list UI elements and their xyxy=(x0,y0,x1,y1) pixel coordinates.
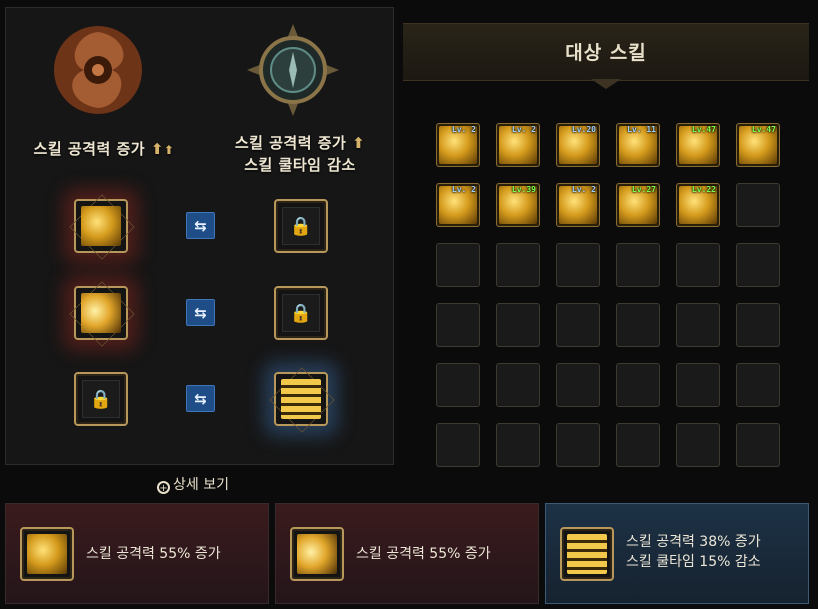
target-skill-slot[interactable]: Lv.47 xyxy=(736,123,780,167)
empty-skill-slot xyxy=(436,243,480,287)
vortex-skill-icon xyxy=(81,206,121,246)
bottom-skill-slot-1 xyxy=(20,527,74,581)
target-skill-slot[interactable]: Lv.22 xyxy=(676,183,720,227)
tripod-slot-left-2[interactable] xyxy=(74,286,128,340)
empty-skill-slot xyxy=(616,243,660,287)
empty-skill-slot xyxy=(736,183,780,227)
empty-skill-slot xyxy=(496,303,540,347)
effect-text-3-line2: 스킬 쿨타임 15% 감소 xyxy=(626,554,761,570)
empty-skill-slot xyxy=(496,363,540,407)
empty-skill-slot xyxy=(676,303,720,347)
wind-skill-icon xyxy=(567,534,607,574)
skill-level-label: Lv. 2 xyxy=(571,185,596,194)
empty-skill-slot xyxy=(496,243,540,287)
header-pointer-icon xyxy=(591,79,621,89)
target-skill-slot[interactable]: Lv. 2 xyxy=(436,183,480,227)
swirl-emblem-icon xyxy=(54,26,142,114)
target-skill-slot[interactable]: Lv. 2 xyxy=(496,123,540,167)
lock-icon: 🔒 xyxy=(282,294,320,332)
arrow-up-icon: ⬆ xyxy=(163,143,175,157)
target-skill-slot[interactable]: Lv.20 xyxy=(556,123,600,167)
category-a-label: 스킬 공격력 증가 xyxy=(33,140,146,158)
target-skill-slot[interactable]: Lv.47 xyxy=(676,123,720,167)
category-b-label-2: 스킬 쿨타임 감소 xyxy=(244,156,356,174)
skill-level-label: Lv.47 xyxy=(691,125,716,134)
category-b-label-1: 스킬 공격력 증가 xyxy=(234,134,347,152)
empty-skill-slot xyxy=(436,423,480,467)
empty-skill-slot xyxy=(676,243,720,287)
arrow-up-icon: ⬆ xyxy=(150,140,164,158)
tripod-slot-right-1[interactable]: 🔒 xyxy=(274,199,328,253)
effect-text-3-line1: 스킬 공격력 38% 증가 xyxy=(626,534,761,550)
wind-skill-icon xyxy=(281,379,321,419)
empty-skill-slot xyxy=(436,303,480,347)
swap-button[interactable]: ⇆ xyxy=(186,212,215,239)
empty-skill-slot xyxy=(676,363,720,407)
empty-skill-slot xyxy=(556,243,600,287)
bottom-skill-slot-3 xyxy=(560,527,614,581)
empty-skill-slot xyxy=(736,243,780,287)
swap-button[interactable]: ⇆ xyxy=(186,299,215,326)
skill-level-label: Lv.20 xyxy=(571,125,596,134)
empty-skill-slot xyxy=(676,423,720,467)
target-skill-slot[interactable]: Lv.27 xyxy=(616,183,660,227)
tripod-slot-right-2[interactable]: 🔒 xyxy=(274,286,328,340)
empty-skill-slot xyxy=(736,363,780,407)
target-skill-slot[interactable]: Lv.39 xyxy=(496,183,540,227)
bottom-skill-slot-2 xyxy=(290,527,344,581)
zoom-in-icon: + xyxy=(157,481,170,494)
tripod-slot-left-1[interactable] xyxy=(74,199,128,253)
swap-icon: ⇆ xyxy=(194,216,207,235)
arrow-up-icon: ⬆ xyxy=(352,134,366,152)
vortex-skill-icon xyxy=(27,534,67,574)
lock-icon: 🔒 xyxy=(82,380,120,418)
skill-level-label: Lv.47 xyxy=(751,125,776,134)
bottom-effect-panel-3: 스킬 공격력 38% 증가 스킬 쿨타임 15% 감소 xyxy=(545,503,809,604)
slash-skill-icon xyxy=(297,534,337,574)
skill-level-label: Lv. 2 xyxy=(451,185,476,194)
swap-button[interactable]: ⇆ xyxy=(186,385,215,412)
bottom-effect-panel-2: 스킬 공격력 55% 증가 xyxy=(275,503,539,604)
target-skill-slot[interactable]: Lv. 11 xyxy=(616,123,660,167)
swap-icon: ⇆ xyxy=(194,389,207,408)
detail-view-label: 상세 보기 xyxy=(173,477,229,493)
empty-skill-slot xyxy=(556,363,600,407)
target-skill-header: 대상 스킬 xyxy=(403,23,809,81)
empty-skill-slot xyxy=(556,423,600,467)
empty-skill-slot xyxy=(616,363,660,407)
effect-text-2: 스킬 공격력 55% 증가 xyxy=(356,546,491,562)
skill-level-label: Lv.27 xyxy=(631,185,656,194)
skill-level-label: Lv. 2 xyxy=(511,125,536,134)
swap-icon: ⇆ xyxy=(194,303,207,322)
effect-text-3: 스킬 공격력 38% 증가 스킬 쿨타임 15% 감소 xyxy=(626,532,761,572)
tripod-slot-left-3[interactable]: 🔒 xyxy=(74,372,128,426)
empty-skill-slot xyxy=(736,303,780,347)
skill-level-label: Lv.39 xyxy=(511,185,536,194)
empty-skill-slot xyxy=(616,423,660,467)
effect-text-1: 스킬 공격력 55% 증가 xyxy=(86,546,221,562)
slash-skill-icon xyxy=(81,293,121,333)
lock-icon: 🔒 xyxy=(282,207,320,245)
empty-skill-slot xyxy=(496,423,540,467)
bottom-effect-panel-1: 스킬 공격력 55% 증가 xyxy=(5,503,269,604)
skill-level-label: Lv.22 xyxy=(691,185,716,194)
empty-skill-slot xyxy=(436,363,480,407)
detail-view-link[interactable]: + 상세 보기 xyxy=(157,474,229,494)
empty-skill-slot xyxy=(736,423,780,467)
tripod-slot-right-3[interactable] xyxy=(274,372,328,426)
compass-emblem-icon xyxy=(247,24,339,116)
target-skill-slot[interactable]: Lv. 2 xyxy=(556,183,600,227)
skill-level-label: Lv. 11 xyxy=(627,125,656,134)
empty-skill-slot xyxy=(556,303,600,347)
target-skill-title: 대상 스킬 xyxy=(565,42,647,64)
target-skill-slot[interactable]: Lv. 2 xyxy=(436,123,480,167)
empty-skill-slot xyxy=(616,303,660,347)
skill-level-label: Lv. 2 xyxy=(451,125,476,134)
